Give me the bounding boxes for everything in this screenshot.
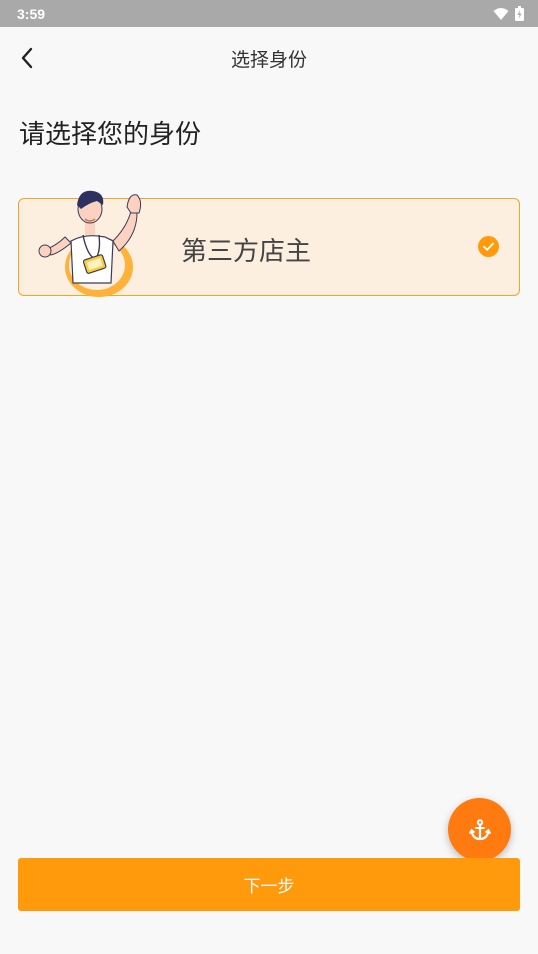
battery-icon (515, 6, 524, 21)
chevron-left-icon (21, 47, 33, 69)
status-icons (493, 6, 524, 21)
section-heading: 请选择您的身份 (19, 120, 202, 150)
next-step-button[interactable]: 下一步 (18, 858, 520, 911)
page-title: 选择身份 (230, 48, 307, 71)
back-button[interactable] (14, 45, 40, 71)
floating-action-button[interactable] (448, 798, 511, 861)
check-circle-icon (478, 236, 499, 257)
status-time: 3:59 (17, 5, 46, 22)
shopkeeper-illustration (38, 190, 142, 297)
nav-bar: 选择身份 (0, 27, 538, 89)
status-bar: 3:59 (0, 0, 538, 27)
anchor-icon (468, 818, 491, 840)
wifi-icon (493, 7, 509, 20)
role-option-third-party-shopkeeper[interactable]: 第三方店主 (18, 190, 520, 297)
role-label: 第三方店主 (181, 237, 312, 267)
